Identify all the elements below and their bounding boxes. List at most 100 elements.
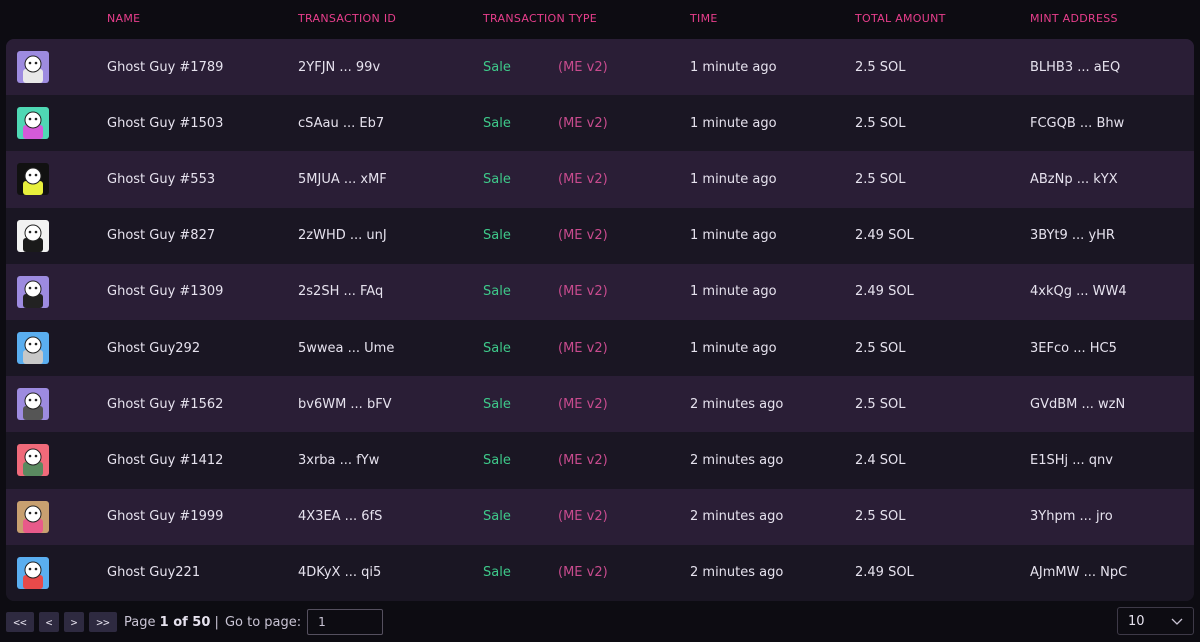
page-size-select[interactable]: 10 (1117, 607, 1194, 635)
cell-total-amount: 2.5 SOL (855, 509, 906, 525)
table-row[interactable]: Ghost Guy292 5wwea ... Ume Sale (ME v2) 1 mi… (6, 319, 1194, 377)
cell-transaction-type: Sale (483, 284, 511, 300)
cell-name[interactable]: Ghost Guy #827 (107, 208, 215, 264)
cell-name[interactable]: Ghost Guy #1503 (107, 95, 223, 151)
cell-marketplace: (ME v2) (558, 228, 608, 244)
column-header-name[interactable]: NAME (107, 12, 140, 25)
next-page-button[interactable]: > (64, 612, 84, 632)
ghost-avatar-icon[interactable] (17, 51, 49, 83)
table-row[interactable]: Ghost Guy #1309 2s2SH ... FAq Sale (ME v2) 1… (6, 263, 1194, 320)
cell-total-amount: 2.5 SOL (855, 115, 906, 131)
column-header-total-amount[interactable]: TOTAL AMOUNT (855, 12, 946, 25)
table-row[interactable]: Ghost Guy #553 5MJUA ... xMF Sale (ME v2) 1 … (6, 151, 1194, 208)
last-page-button[interactable]: >> (89, 612, 117, 632)
cell-name[interactable]: Ghost Guy #1789 (107, 39, 223, 95)
cell-name[interactable]: Ghost Guy #1999 (107, 489, 223, 545)
cell-name[interactable]: Ghost Guy #1412 (107, 432, 223, 488)
cell-transaction-type: Sale (483, 340, 511, 356)
ghost-avatar-icon[interactable] (17, 107, 49, 140)
cell-mint-address[interactable]: BLHB3 ... aEQ (1030, 39, 1120, 95)
ghost-avatar-icon[interactable] (17, 388, 49, 421)
cell-transaction-type: Sale (483, 59, 511, 75)
cell-transaction-id[interactable]: 2zWHD ... unJ (298, 208, 387, 264)
cell-marketplace: (ME v2) (558, 284, 608, 300)
cell-mint-address[interactable]: 3BYt9 ... yHR (1030, 208, 1115, 264)
cell-transaction-id[interactable]: 3xrba ... fYw (298, 432, 379, 488)
cell-name[interactable]: Ghost Guy #553 (107, 151, 215, 207)
cell-time: 2 minutes ago (690, 565, 784, 581)
table-row[interactable]: Ghost Guy #1562 bv6WM ... bFV Sale (ME v2) 2… (6, 376, 1194, 433)
table-row[interactable]: Ghost Guy #1999 4X3EA ... 6fS Sale (ME v2) 2… (6, 488, 1194, 545)
column-header-time[interactable]: TIME (690, 12, 718, 25)
table-row[interactable]: Ghost Guy #827 2zWHD ... unJ Sale (ME v2) 1 … (6, 207, 1194, 264)
table-row[interactable]: Ghost Guy #1789 2YFJN ... 99v Sale (ME v2) 1… (6, 39, 1194, 96)
cell-transaction-id[interactable]: 2s2SH ... FAq (298, 264, 383, 320)
cell-transaction-id[interactable]: 4X3EA ... 6fS (298, 489, 382, 545)
cell-name[interactable]: Ghost Guy #1562 (107, 376, 223, 432)
cell-transaction-id[interactable]: 4DKyX ... qi5 (298, 545, 381, 601)
cell-transaction-id[interactable]: 2YFJN ... 99v (298, 39, 380, 95)
cell-total-amount: 2.49 SOL (855, 284, 914, 300)
cell-mint-address[interactable]: 3Yhpm ... jro (1030, 489, 1113, 545)
table-row[interactable]: Ghost Guy #1503 cSAau ... Eb7 Sale (ME v2) 1… (6, 95, 1194, 152)
table-row[interactable]: Ghost Guy #1412 3xrba ... fYw Sale (ME v2) 2… (6, 432, 1194, 489)
cell-name[interactable]: Ghost Guy292 (107, 320, 200, 376)
cell-total-amount: 2.5 SOL (855, 396, 906, 412)
first-page-button[interactable]: << (6, 612, 34, 632)
cell-marketplace: (ME v2) (558, 115, 608, 131)
goto-page-input[interactable] (307, 609, 384, 635)
cell-transaction-id[interactable]: 5wwea ... Ume (298, 320, 394, 376)
cell-transaction-id[interactable]: bv6WM ... bFV (298, 376, 392, 432)
cell-transaction-id[interactable]: 5MJUA ... xMF (298, 151, 387, 207)
cell-mint-address[interactable]: GVdBM ... wzN (1030, 376, 1125, 432)
cell-time: 2 minutes ago (690, 452, 784, 468)
cell-transaction-id[interactable]: cSAau ... Eb7 (298, 95, 384, 151)
cell-transaction-type: Sale (483, 228, 511, 244)
cell-time: 1 minute ago (690, 228, 777, 244)
cell-marketplace: (ME v2) (558, 59, 608, 75)
ghost-avatar-icon[interactable] (17, 219, 49, 252)
cell-time: 2 minutes ago (690, 509, 784, 525)
cell-time: 2 minutes ago (690, 396, 784, 412)
cell-total-amount: 2.5 SOL (855, 171, 906, 187)
prev-page-button[interactable]: < (39, 612, 59, 632)
cell-mint-address[interactable]: FCGQB ... Bhw (1030, 95, 1124, 151)
cell-marketplace: (ME v2) (558, 452, 608, 468)
cell-marketplace: (ME v2) (558, 396, 608, 412)
cell-mint-address[interactable]: AJmMW ... NpC (1030, 545, 1127, 601)
cell-marketplace: (ME v2) (558, 171, 608, 187)
cell-total-amount: 2.4 SOL (855, 452, 906, 468)
page-size-value: 10 (1128, 613, 1145, 629)
cell-mint-address[interactable]: 3EFco ... HC5 (1030, 320, 1117, 376)
cell-total-amount: 2.5 SOL (855, 340, 906, 356)
ghost-avatar-icon[interactable] (17, 331, 49, 364)
ghost-avatar-icon[interactable] (17, 163, 49, 196)
cell-mint-address[interactable]: ABzNp ... kYX (1030, 151, 1118, 207)
page-of: 1 of 50 (159, 614, 211, 630)
cell-total-amount: 2.5 SOL (855, 59, 906, 75)
ghost-avatar-icon[interactable] (17, 500, 49, 533)
cell-time: 1 minute ago (690, 59, 777, 75)
ghost-avatar-icon[interactable] (17, 275, 49, 308)
cell-marketplace: (ME v2) (558, 340, 608, 356)
column-header-mint-address[interactable]: MINT ADDRESS (1030, 12, 1118, 25)
cell-transaction-type: Sale (483, 509, 511, 525)
table-header: NAME TRANSACTION ID TRANSACTION TYPE TIM… (0, 0, 1200, 38)
goto-page-label: Go to page: (224, 614, 302, 630)
cell-transaction-type: Sale (483, 171, 511, 187)
cell-transaction-type: Sale (483, 396, 511, 412)
cell-name[interactable]: Ghost Guy221 (107, 545, 200, 601)
cell-total-amount: 2.49 SOL (855, 228, 914, 244)
table-row[interactable]: Ghost Guy221 4DKyX ... qi5 Sale (ME v2) 2 mi… (6, 544, 1194, 601)
cell-time: 1 minute ago (690, 284, 777, 300)
column-header-transaction-type[interactable]: TRANSACTION TYPE (483, 12, 597, 25)
column-header-transaction-id[interactable]: TRANSACTION ID (298, 12, 396, 25)
page-word: Page (124, 614, 156, 630)
ghost-avatar-icon[interactable] (17, 556, 49, 589)
cell-name[interactable]: Ghost Guy #1309 (107, 264, 223, 320)
ghost-avatar-icon[interactable] (17, 444, 49, 477)
cell-transaction-type: Sale (483, 565, 511, 581)
cell-mint-address[interactable]: E1SHj ... qnv (1030, 432, 1113, 488)
cell-mint-address[interactable]: 4xkQg ... WW4 (1030, 264, 1127, 320)
chevron-down-icon (1171, 618, 1183, 625)
